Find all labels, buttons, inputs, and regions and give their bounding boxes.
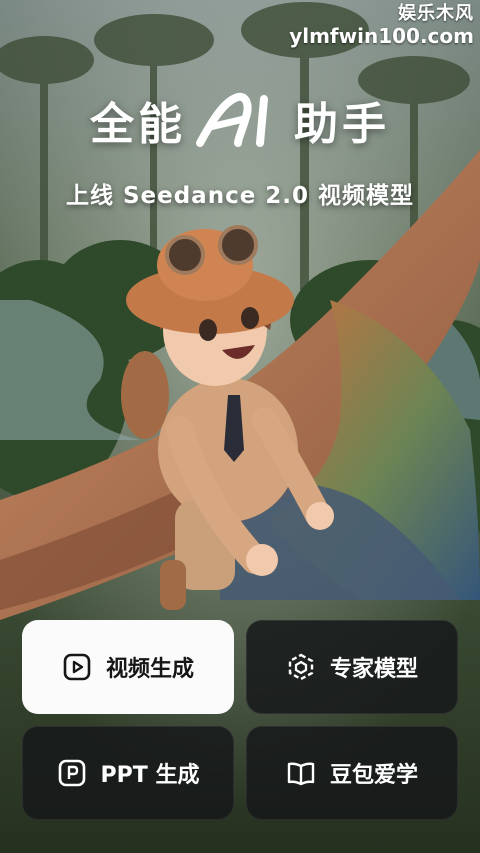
video-generation-button[interactable]: 视频生成 — [22, 620, 234, 714]
video-generation-label: 视频生成 — [105, 657, 194, 682]
ppt-generation-label: PPT 生成 — [100, 763, 200, 788]
ai-logo-icon — [194, 91, 286, 149]
watermark-url: ylmfwin100.com — [289, 23, 474, 48]
doubao-learn-label: 豆包爱学 — [329, 763, 418, 788]
ppt-icon — [57, 758, 87, 788]
watermark-title: 娱乐木风 — [398, 3, 474, 24]
doubao-learn-button[interactable]: 豆包爱学 — [246, 726, 458, 820]
title-left: 全能 — [90, 99, 186, 150]
title-right: 助手 — [294, 99, 390, 150]
book-icon — [286, 758, 316, 788]
expert-model-button[interactable]: 专家模型 — [246, 620, 458, 714]
ppt-generation-button[interactable]: PPT 生成 — [22, 726, 234, 820]
watermark: 娱乐木风 ylmfwin100.com — [289, 3, 474, 48]
cube-icon — [286, 652, 316, 682]
play-icon — [62, 652, 92, 682]
page-title: 全能 助手 — [0, 88, 480, 152]
expert-model-label: 专家模型 — [329, 657, 418, 682]
page-subtitle: 上线 Seedance 2.0 视频模型 — [65, 183, 415, 209]
